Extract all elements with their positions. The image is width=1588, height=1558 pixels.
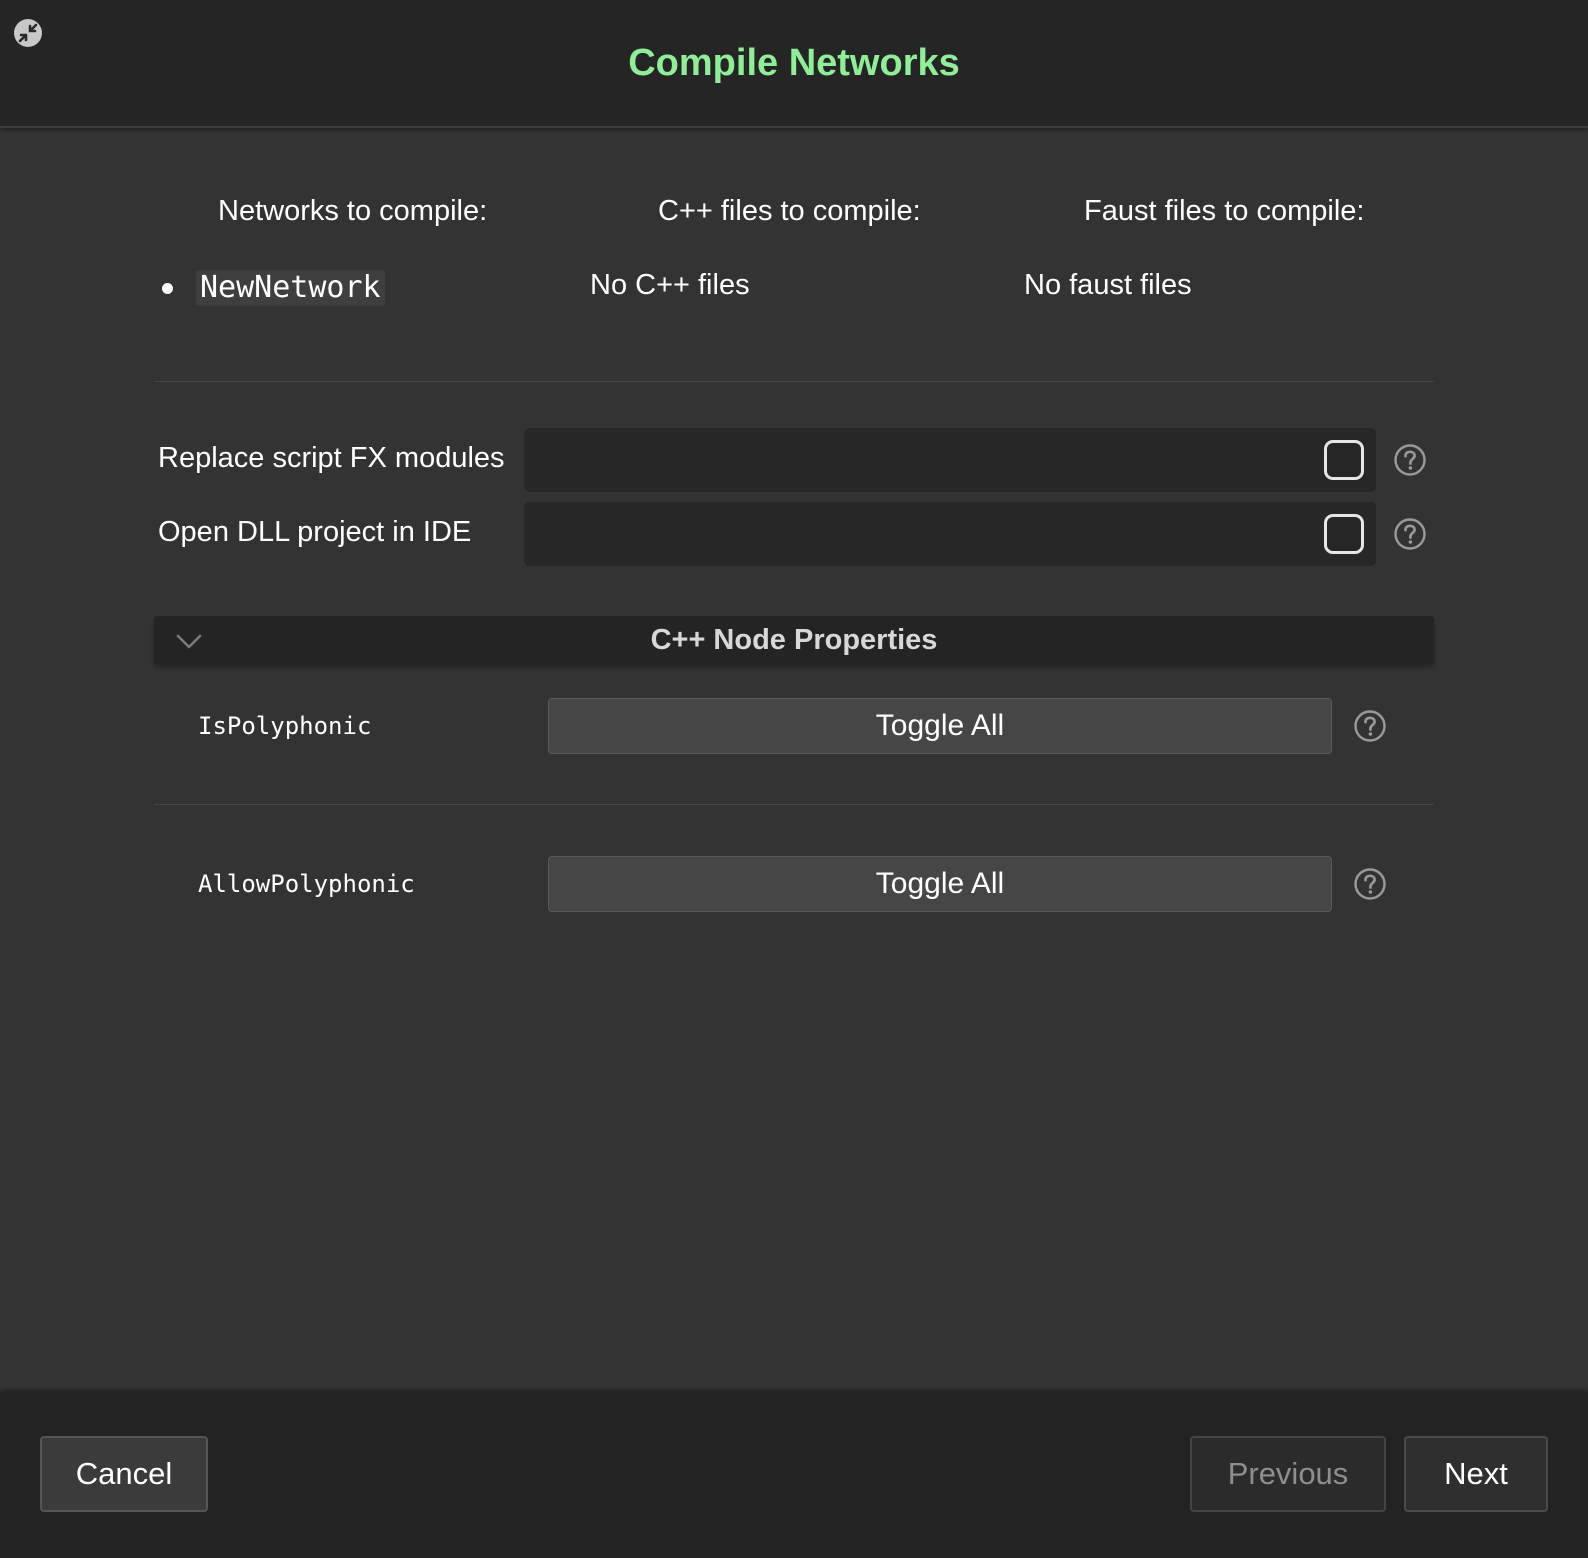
divider [154, 804, 1434, 805]
section-title: C++ Node Properties [650, 624, 938, 656]
node-property-row: AllowPolyphonic Toggle All [0, 856, 1588, 914]
toggle-all-button[interactable]: Toggle All [548, 698, 1332, 754]
faust-empty-text: No faust files [1024, 269, 1192, 301]
help-icon[interactable] [1393, 517, 1427, 551]
replace-script-fx-checkbox[interactable] [1324, 440, 1364, 480]
cpp-heading: C++ files to compile: [658, 195, 921, 227]
node-property-name: AllowPolyphonic [198, 870, 415, 898]
dialog-header: Compile Networks [0, 0, 1588, 128]
list-item: NewNetwork [162, 270, 385, 306]
option-replace-script-fx: Replace script FX modules [0, 428, 1588, 492]
option-open-dll-project: Open DLL project in IDE [0, 502, 1588, 566]
networks-heading: Networks to compile: [218, 195, 488, 227]
bullet [162, 282, 173, 294]
cpp-node-properties-header[interactable]: C++ Node Properties [154, 616, 1434, 664]
open-dll-project-checkbox[interactable] [1324, 514, 1364, 554]
node-property-row: IsPolyphonic Toggle All [0, 698, 1588, 756]
help-icon[interactable] [1353, 709, 1387, 743]
next-button[interactable]: Next [1404, 1436, 1548, 1512]
option-label: Open DLL project in IDE [158, 516, 472, 548]
help-icon[interactable] [1353, 867, 1387, 901]
previous-button[interactable]: Previous [1190, 1436, 1386, 1512]
option-label: Replace script FX modules [158, 442, 505, 474]
compile-summary: Networks to compile: C++ files to compil… [0, 195, 1588, 325]
dialog-title: Compile Networks [628, 42, 960, 84]
faust-heading: Faust files to compile: [1084, 195, 1365, 227]
option-field [524, 428, 1376, 492]
help-icon[interactable] [1393, 443, 1427, 477]
toggle-all-button[interactable]: Toggle All [548, 856, 1332, 912]
network-name: NewNetwork [196, 270, 385, 306]
cpp-empty-text: No C++ files [590, 269, 750, 301]
divider [154, 381, 1434, 382]
dialog-footer: Cancel Previous Next [0, 1392, 1588, 1558]
cancel-button[interactable]: Cancel [40, 1436, 208, 1512]
option-field [524, 502, 1376, 566]
node-property-name: IsPolyphonic [198, 712, 372, 740]
